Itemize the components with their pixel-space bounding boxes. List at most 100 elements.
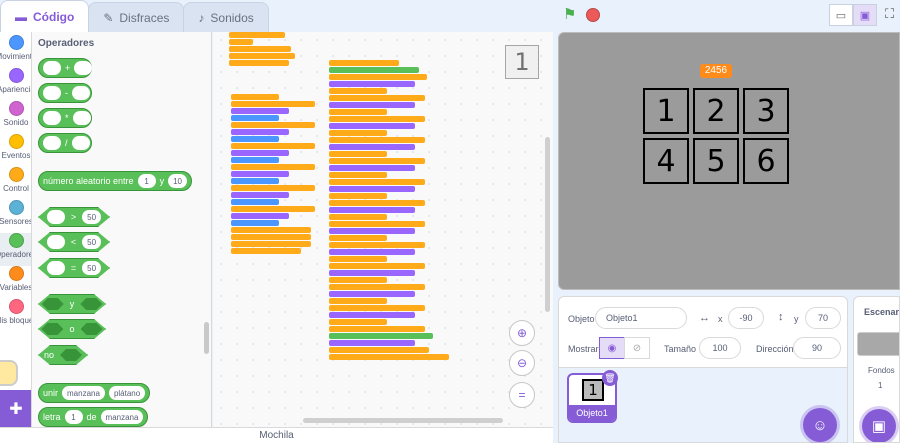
script-block[interactable] [329,130,387,136]
script-block[interactable] [329,193,387,199]
fullscreen-icon[interactable]: ⛶ [885,6,894,22]
letter-of-block[interactable]: letra 1 de manzana [38,407,149,427]
subtract-block[interactable]: - [38,83,92,103]
number-tile[interactable]: 6 [743,138,789,184]
script-block[interactable] [329,326,425,332]
script-block[interactable] [329,347,429,353]
script-block[interactable] [329,333,433,339]
script-block[interactable] [329,144,415,150]
script-block[interactable] [329,340,415,346]
sprite-name-input[interactable]: Objeto1 [595,307,687,329]
script-block[interactable] [329,186,415,192]
script-block[interactable] [329,109,387,115]
script-block[interactable] [231,136,279,142]
join-input-a[interactable]: manzana [62,386,105,400]
not-block[interactable]: no [38,345,88,365]
script-block[interactable] [231,206,315,212]
direction-input[interactable]: 90 [793,337,841,359]
block-slot[interactable] [72,86,90,100]
large-stage-button[interactable]: ▣ [853,4,877,26]
trash-icon[interactable]: 🗑 [602,370,618,386]
script-block[interactable] [329,214,387,220]
script-block[interactable] [329,74,427,80]
number-tile[interactable]: 2 [693,88,739,134]
script-block[interactable] [329,291,415,297]
script-block[interactable] [329,298,387,304]
script-block[interactable] [329,221,425,227]
zoom-reset-button[interactable]: = [509,382,535,408]
and-block[interactable]: y [38,294,106,314]
block-slot[interactable] [47,210,65,224]
script-block[interactable] [329,102,415,108]
backpack-bar[interactable]: Mochila [0,427,553,443]
script-block[interactable] [231,248,301,254]
script-block[interactable] [231,164,315,170]
block-slot[interactable] [81,323,103,335]
join-block[interactable]: unir manzana plátano [38,383,151,403]
script-block[interactable] [231,143,315,149]
category-sensing[interactable]: Sensores [0,200,31,233]
script-block[interactable] [329,235,387,241]
script-block[interactable] [229,46,291,52]
script-block[interactable] [231,192,289,198]
show-hidden-button[interactable]: ⊘ [624,337,650,359]
stage-selector[interactable]: Escenario Fondos 1 ▣ [853,296,900,443]
random-block[interactable]: número aleatorio entre 1 y 10 [38,171,192,191]
category-operators[interactable]: Operadores [0,233,31,266]
script-block[interactable] [231,150,289,156]
script-block[interactable] [329,179,425,185]
script-block[interactable] [231,122,315,128]
workspace-horizontal-scrollbar[interactable] [303,418,503,423]
number-tile[interactable]: 5 [693,138,739,184]
script-block[interactable] [329,158,425,164]
random-to-input[interactable]: 10 [168,174,187,188]
show-visible-button[interactable]: ◉ [599,337,625,359]
zoom-in-button[interactable]: ⊕ [509,320,535,346]
script-block[interactable] [329,319,387,325]
script-block[interactable] [229,39,253,45]
add-block[interactable]: + [38,58,93,78]
block-slot[interactable] [43,61,61,75]
number-tile[interactable]: 3 [743,88,789,134]
block-slot[interactable] [43,136,61,150]
add-sprite-button[interactable]: ☺ [803,408,837,442]
script-block[interactable] [231,129,289,135]
script-block[interactable] [329,277,387,283]
compare-value[interactable]: 50 [82,261,101,275]
join-input-b[interactable]: plátano [108,386,146,400]
tab-code[interactable]: ▬ Código [0,0,90,32]
script-block[interactable] [229,53,295,59]
script-block[interactable] [329,151,387,157]
category-sound[interactable]: Sonido [0,101,31,134]
script-block[interactable] [231,115,279,121]
block-slot[interactable] [47,261,65,275]
category-motion[interactable]: Movimiento [0,35,31,68]
add-backdrop-button[interactable]: ▣ [862,409,896,442]
add-extension-button[interactable]: ✚ [0,390,31,427]
greater-than-block[interactable]: > 50 [38,207,110,227]
script-block[interactable] [329,312,415,318]
compare-value[interactable]: 50 [82,210,101,224]
extension-thumbnail-icon[interactable] [0,360,18,386]
script-block[interactable] [231,234,311,240]
script-block[interactable] [329,81,415,87]
divide-block[interactable]: / [38,133,92,153]
random-from-input[interactable]: 1 [137,174,156,188]
y-input[interactable]: 70 [805,307,841,329]
script-block[interactable] [231,94,279,100]
script-block[interactable] [329,228,415,234]
script-block[interactable] [329,172,387,178]
tab-sounds[interactable]: ♪ Sonidos [183,2,269,32]
block-slot[interactable] [42,298,64,310]
script-block[interactable] [329,165,415,171]
multiply-block[interactable]: * [38,108,92,128]
script-block[interactable] [329,200,425,206]
category-control[interactable]: Control [0,167,31,200]
script-block[interactable] [231,227,311,233]
script-block[interactable] [329,137,425,143]
script-block[interactable] [229,32,285,38]
or-block[interactable]: o [38,319,106,339]
letter-index-input[interactable]: 1 [64,410,83,424]
tab-costumes[interactable]: ✎ Disfraces [88,2,185,32]
number-tile[interactable]: 4 [643,138,689,184]
